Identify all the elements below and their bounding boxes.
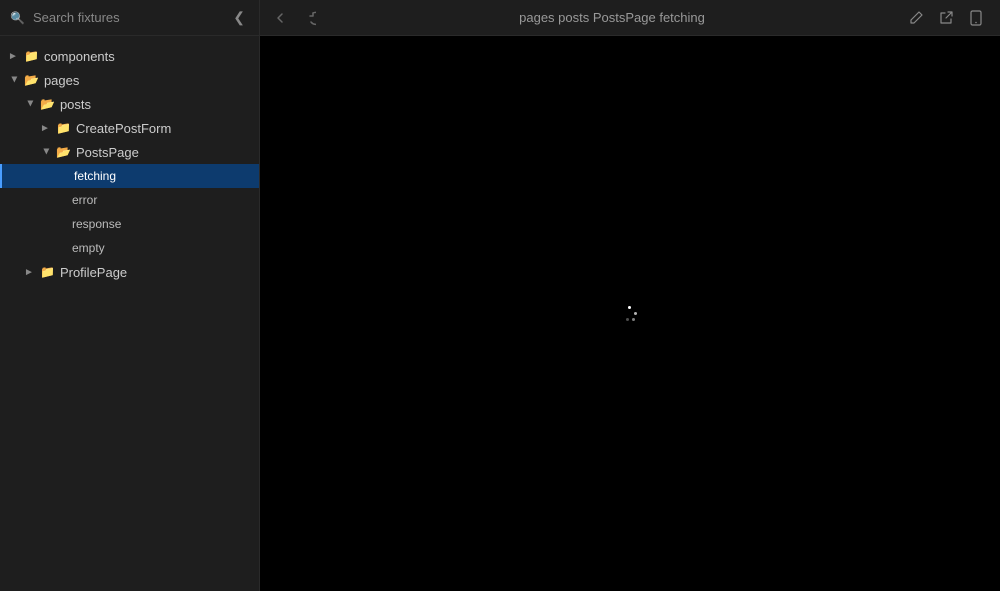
sidebar-item-posts-page[interactable]: ► 📂 PostsPage (0, 140, 259, 164)
sidebar-item-label: ProfilePage (60, 265, 127, 280)
chevron-icon: ► (40, 123, 52, 134)
folder-icon: 📁 (56, 121, 71, 135)
spinner-dot (632, 318, 635, 321)
sidebar-item-label: pages (44, 73, 79, 88)
content-area: ► 📁 components ► 📂 pages ► 📂 posts (0, 36, 1000, 591)
sidebar-item-posts[interactable]: ► 📂 posts (0, 92, 259, 116)
sidebar-item-label: components (44, 49, 115, 64)
chevron-icon: ► (41, 146, 52, 158)
sidebar-item-pages[interactable]: ► 📂 pages (0, 68, 259, 92)
sidebar-item-create-post-form[interactable]: ► 📁 CreatePostForm (0, 116, 259, 140)
search-input-placeholder[interactable]: Search fixtures (33, 10, 229, 25)
folder-icon: 📂 (40, 97, 55, 111)
device-icon[interactable] (968, 10, 984, 26)
main-header: pages posts PostsPage fetching (260, 10, 1000, 26)
header-actions (908, 10, 984, 26)
sidebar-item-label: posts (60, 97, 91, 112)
sidebar-item-label: error (72, 193, 97, 207)
spinner-dot (628, 306, 631, 309)
spinner-dot (626, 318, 629, 321)
nav-refresh-icon[interactable] (300, 10, 316, 26)
folder-icon: 📁 (40, 265, 55, 279)
loading-spinner (620, 304, 640, 324)
sidebar-item-response[interactable]: ► response (0, 212, 259, 236)
sidebar-item-fetching[interactable]: ► fetching (0, 164, 259, 188)
sidebar-item-components[interactable]: ► 📁 components (0, 44, 259, 68)
search-icon: 🔍 (10, 11, 25, 25)
sidebar-item-label: PostsPage (76, 145, 139, 160)
sidebar-item-label: CreatePostForm (76, 121, 171, 136)
header: 🔍 Search fixtures ❮ pa (0, 0, 1000, 36)
sidebar-item-label: response (72, 217, 121, 231)
edit-icon[interactable] (908, 10, 924, 26)
sidebar-item-profile-page[interactable]: ► 📁 ProfilePage (0, 260, 259, 284)
sidebar-item-error[interactable]: ► error (0, 188, 259, 212)
folder-icon: 📁 (24, 49, 39, 63)
spinner-dot (634, 312, 637, 315)
chevron-icon: ► (25, 98, 36, 110)
sidebar-item-label: fetching (74, 169, 116, 183)
collapse-sidebar-button[interactable]: ❮ (229, 7, 249, 28)
spinner-dots (620, 304, 640, 324)
breadcrumb-text: pages posts PostsPage fetching (519, 10, 705, 25)
chevron-icon: ► (8, 51, 20, 62)
sidebar-header: 🔍 Search fixtures ❮ (0, 0, 260, 35)
breadcrumb: pages posts PostsPage fetching (316, 10, 908, 25)
app-container: 🔍 Search fixtures ❮ pa (0, 0, 1000, 591)
sidebar-item-empty[interactable]: ► empty (0, 236, 259, 260)
chevron-icon: ► (24, 267, 36, 278)
external-link-icon[interactable] (938, 10, 954, 26)
main-content (260, 36, 1000, 591)
folder-icon: 📂 (56, 145, 71, 159)
chevron-icon: ► (9, 74, 20, 86)
sidebar-item-label: empty (72, 241, 105, 255)
header-nav (276, 10, 316, 26)
folder-icon: 📂 (24, 73, 39, 87)
nav-back-icon[interactable] (276, 10, 292, 26)
sidebar: ► 📁 components ► 📂 pages ► 📂 posts (0, 36, 260, 591)
